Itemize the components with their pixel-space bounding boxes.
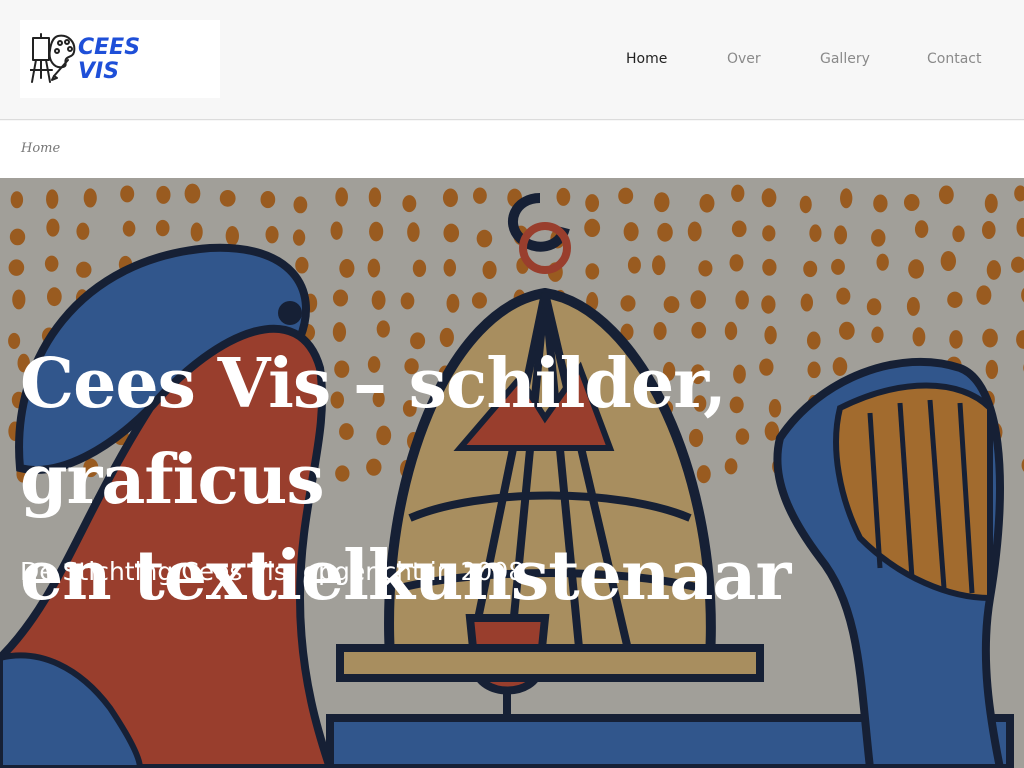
nav-item-contact[interactable]: Contact <box>927 49 981 69</box>
hero-subtitle: De Stichting Cees Vis, opgericht in 2008 <box>20 557 525 586</box>
hero-banner: Cees Vis – schilder, graficus en textiel… <box>0 178 1024 768</box>
hero-title-line1: Cees Vis – schilder, graficus <box>20 344 727 520</box>
breadcrumb-current: Home <box>21 141 61 156</box>
main-nav: Home Over Gallery Contact <box>0 49 1024 71</box>
breadcrumb: Home <box>0 121 1024 178</box>
nav-item-home[interactable]: Home <box>626 49 667 69</box>
nav-item-over[interactable]: Over <box>727 49 761 69</box>
site-header: CEES VIS Home Over Gallery Contact <box>0 0 1024 120</box>
nav-item-gallery[interactable]: Gallery <box>820 49 870 69</box>
